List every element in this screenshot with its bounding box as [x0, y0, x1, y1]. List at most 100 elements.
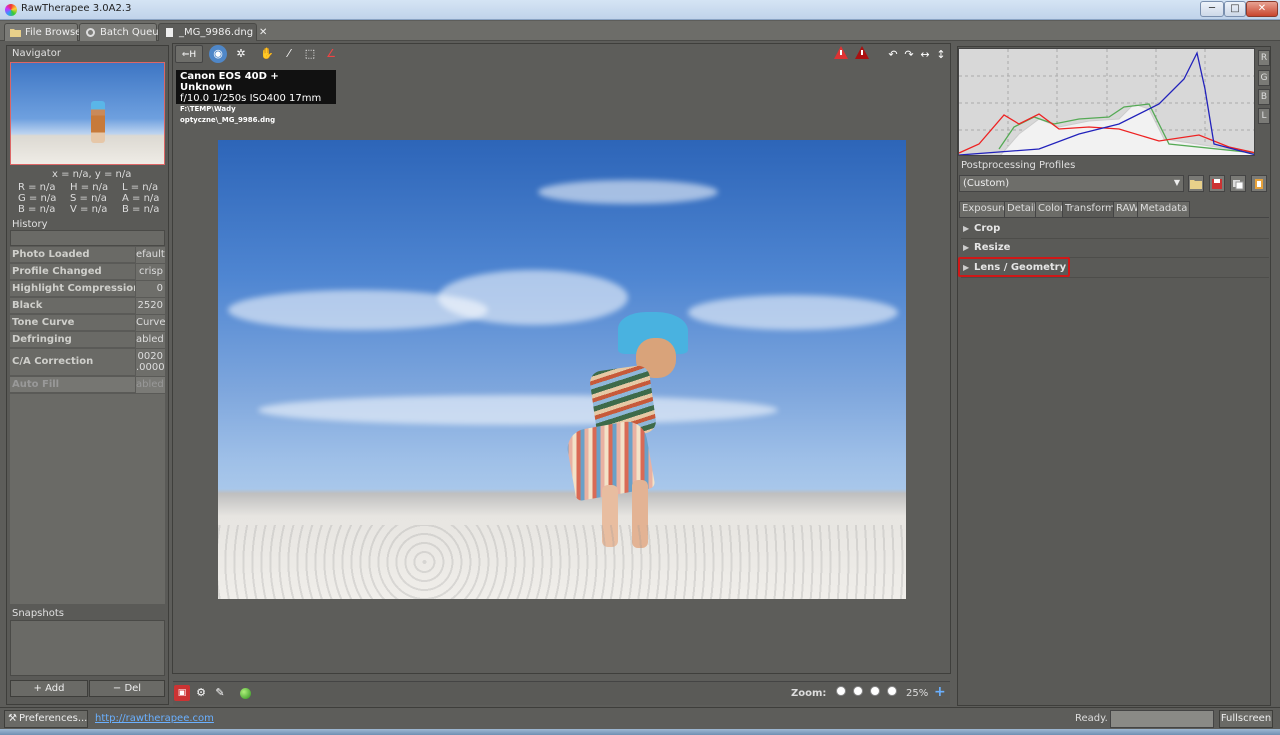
history-value: 0: [135, 281, 165, 297]
progress-bar: [1110, 710, 1214, 728]
color-picker-icon[interactable]: ⁄: [280, 45, 298, 63]
history-name: Black: [12, 300, 43, 311]
folder-icon: [1190, 180, 1202, 189]
load-profile-button[interactable]: [1188, 175, 1204, 192]
history-header: [10, 230, 165, 246]
zoom-label: Zoom:: [791, 688, 827, 699]
hide-label: H: [189, 50, 197, 60]
title-bar: RawTherapee 3.0A2.3 ─ □ ✕: [0, 0, 1280, 20]
crop-icon[interactable]: ⬚: [301, 45, 319, 63]
histogram-plot: [959, 49, 1254, 155]
wb-picker-icon[interactable]: ✲: [232, 45, 250, 63]
shadow-clipping-warning-icon[interactable]: [853, 46, 871, 64]
history-row[interactable]: Highlight Compression 0: [10, 281, 165, 297]
maximize-button[interactable]: □: [1224, 1, 1246, 17]
chevron-down-icon: ▼: [1173, 178, 1180, 187]
lab-b-value: B = n/a: [122, 204, 160, 215]
histogram-blue-toggle[interactable]: B: [1258, 89, 1270, 105]
gear-icon: [86, 28, 95, 37]
r-value: R = n/a: [18, 182, 56, 193]
history-value: crisp: [135, 264, 165, 280]
history-row[interactable]: Tone Curve Curve: [10, 315, 165, 331]
tab-editor-image[interactable]: _MG_9986.dng ✕: [158, 23, 267, 41]
child-figure-thumb: [91, 101, 105, 143]
close-tab-icon[interactable]: ✕: [259, 27, 267, 38]
zoom-100-button[interactable]: [870, 686, 880, 696]
straighten-icon[interactable]: ∠: [322, 45, 340, 63]
history-row-selected[interactable]: Auto Fill abled: [10, 377, 165, 393]
navigator-title: Navigator: [12, 48, 61, 59]
main-tab-bar: File Browser Batch Queue _MG_9986.dng ✕: [0, 21, 1280, 41]
tab-file-browser[interactable]: File Browser: [4, 23, 85, 41]
cloud-shape: [538, 180, 718, 204]
cloud-shape: [688, 295, 898, 330]
h-value: H = n/a: [70, 182, 109, 193]
website-link[interactable]: http://rawtherapee.com: [95, 713, 214, 724]
cursor-coordinates: x = n/a, y = n/a: [52, 169, 132, 180]
resize-section-header[interactable]: ▶ Resize: [961, 240, 1269, 258]
history-value: 0020 .0000: [135, 349, 165, 376]
highlight-annotation-box: [958, 257, 1070, 277]
histogram: [958, 48, 1255, 156]
delete-snapshot-button[interactable]: − Del: [89, 680, 165, 697]
history-row[interactable]: Photo Loaded efault: [10, 247, 165, 263]
v-value: V = n/a: [70, 204, 108, 215]
tab-label: File Browser: [25, 27, 86, 38]
status-text: Ready.: [1075, 713, 1108, 724]
history-row[interactable]: C/A Correction 0020 .0000: [10, 349, 165, 376]
history-row[interactable]: Profile Changed crisp: [10, 264, 165, 280]
cloud-shape: [438, 270, 628, 325]
snapshots-title: Snapshots: [12, 608, 64, 619]
save-image-icon[interactable]: ▣: [174, 685, 190, 701]
photo-preview[interactable]: [218, 140, 906, 599]
histogram-green-toggle[interactable]: G: [1258, 70, 1270, 86]
histogram-red-toggle[interactable]: R: [1258, 50, 1270, 66]
snapshots-list[interactable]: [10, 620, 165, 676]
zoom-in-button[interactable]: [887, 686, 897, 696]
history-row[interactable]: Defringing abled: [10, 332, 165, 348]
camera-model: Canon EOS 40D + Unknown: [180, 71, 279, 93]
hide-panel-button[interactable]: ⇐H: [175, 45, 203, 63]
tab-batch-queue[interactable]: Batch Queue: [79, 23, 165, 41]
section-label: Crop: [974, 223, 1001, 234]
highlight-clipping-warning-icon[interactable]: [832, 46, 850, 64]
cloud-shape: [258, 395, 778, 425]
file-icon: [166, 28, 173, 37]
crop-section-header[interactable]: ▶ Crop: [961, 221, 1269, 239]
copy-profile-button[interactable]: [1230, 175, 1246, 192]
save-profile-button[interactable]: [1209, 175, 1225, 192]
b-value: B = n/a: [18, 204, 56, 215]
add-snapshot-button[interactable]: + Add: [10, 680, 88, 697]
tab-divider: [959, 217, 1269, 218]
queue-gear-icon[interactable]: ⚙: [193, 685, 209, 701]
flip-vertical-icon[interactable]: ↕: [932, 46, 950, 64]
hand-icon[interactable]: ✋: [258, 45, 276, 63]
navigator-thumbnail[interactable]: [10, 62, 165, 165]
history-row[interactable]: Black 2520: [10, 298, 165, 314]
preferences-label: Preferences...: [19, 713, 88, 724]
hand-tool-globe-icon[interactable]: ◉: [209, 45, 227, 63]
minimize-button[interactable]: ─: [1200, 1, 1224, 17]
g-value: G = n/a: [18, 193, 57, 204]
send-to-editor-icon[interactable]: ✎: [212, 685, 228, 701]
profile-select[interactable]: (Custom) ▼: [959, 175, 1184, 192]
close-window-button[interactable]: ✕: [1246, 1, 1278, 17]
open-detail-window-icon[interactable]: +: [934, 684, 946, 700]
tab-transform[interactable]: Transform: [1062, 201, 1118, 217]
zoom-value: 25%: [906, 688, 929, 699]
history-name: Defringing: [12, 334, 72, 345]
os-taskbar: [0, 729, 1280, 735]
iso: ISO400: [249, 93, 286, 104]
preferences-button[interactable]: ⚒ Preferences...: [4, 710, 88, 728]
histogram-luminance-toggle[interactable]: L: [1258, 108, 1270, 124]
zoom-fit-button[interactable]: [836, 686, 846, 696]
window-title: RawTherapee 3.0A2.3: [21, 3, 132, 14]
paste-profile-button[interactable]: [1251, 175, 1267, 192]
fullscreen-button[interactable]: Fullscreen: [1219, 710, 1273, 728]
rgb-readout: R = n/a G = n/a B = n/a: [18, 182, 56, 215]
paste-icon: [1255, 179, 1263, 189]
tab-metadata[interactable]: Metadata: [1137, 201, 1191, 217]
preview-bottom-toolbar: [173, 681, 950, 705]
aperture: f/10.0: [180, 93, 210, 104]
zoom-out-button[interactable]: [853, 686, 863, 696]
